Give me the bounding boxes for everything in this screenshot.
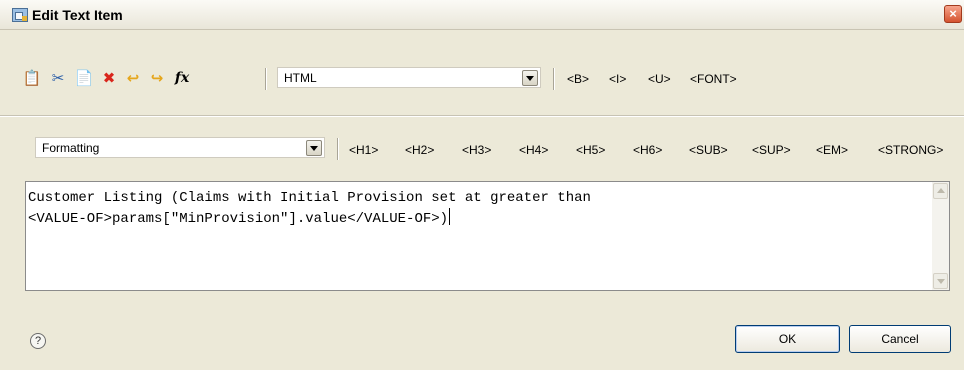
text-caret: [449, 208, 451, 225]
close-button[interactable]: ×: [944, 5, 962, 23]
dialog-title: Edit Text Item: [32, 7, 123, 23]
text-editor[interactable]: Customer Listing (Claims with Initial Pr…: [25, 181, 950, 291]
sup-tag-button[interactable]: <SUP>: [752, 143, 791, 157]
strong-tag-button[interactable]: <STRONG>: [878, 143, 943, 157]
cut-icon[interactable]: ✂: [48, 68, 68, 88]
font-tag-button[interactable]: <FONT>: [690, 72, 737, 86]
editor-line: Customer Listing (Claims with Initial Pr…: [28, 190, 591, 206]
editor-line: <VALUE-OF>params["MinProvision"].value</…: [28, 211, 449, 227]
underline-tag-button[interactable]: <U>: [648, 72, 671, 86]
h4-tag-button[interactable]: <H4>: [519, 143, 548, 157]
ok-button[interactable]: OK: [735, 325, 840, 353]
dialog-icon: [12, 8, 28, 22]
output-format-select[interactable]: HTML: [277, 67, 541, 88]
chevron-down-icon[interactable]: [522, 70, 538, 86]
toolbar-separator: [337, 138, 338, 160]
toolbar-divider: [0, 115, 964, 116]
sub-tag-button[interactable]: <SUB>: [689, 143, 728, 157]
scroll-down-icon[interactable]: [933, 273, 948, 289]
edit-toolbar: 📋 ✂ 📄 ✖ ↩ ↪ fx HTML <B> <I> <U> <FONT>: [0, 60, 964, 94]
h2-tag-button[interactable]: <H2>: [405, 143, 434, 157]
vertical-scrollbar[interactable]: [932, 182, 949, 290]
h3-tag-button[interactable]: <H3>: [462, 143, 491, 157]
redo-icon[interactable]: ↪: [147, 68, 167, 88]
help-icon[interactable]: ?: [30, 333, 46, 349]
copy-icon[interactable]: 📋: [22, 68, 42, 88]
h6-tag-button[interactable]: <H6>: [633, 143, 662, 157]
bold-tag-button[interactable]: <B>: [567, 72, 589, 86]
italic-tag-button[interactable]: <I>: [609, 72, 626, 86]
formatting-value: Formatting: [42, 141, 100, 155]
em-tag-button[interactable]: <EM>: [816, 143, 848, 157]
h1-tag-button[interactable]: <H1>: [349, 143, 378, 157]
function-icon[interactable]: fx: [172, 68, 192, 88]
toolbar-separator: [553, 68, 554, 90]
formatting-select[interactable]: Formatting: [35, 137, 325, 158]
h5-tag-button[interactable]: <H5>: [576, 143, 605, 157]
undo-icon[interactable]: ↩: [123, 68, 143, 88]
toolbar-separator: [265, 68, 266, 90]
output-format-value: HTML: [284, 71, 317, 85]
cancel-button[interactable]: Cancel: [849, 325, 951, 353]
editor-content[interactable]: Customer Listing (Claims with Initial Pr…: [28, 188, 923, 229]
paste-icon[interactable]: 📄: [74, 68, 94, 88]
edit-text-item-dialog: Edit Text Item × 📋 ✂ 📄 ✖ ↩ ↪ fx HTML <B>…: [0, 0, 964, 370]
title-bar: Edit Text Item ×: [0, 0, 964, 30]
delete-icon[interactable]: ✖: [99, 68, 119, 88]
scroll-up-icon[interactable]: [933, 183, 948, 199]
chevron-down-icon[interactable]: [306, 140, 322, 156]
